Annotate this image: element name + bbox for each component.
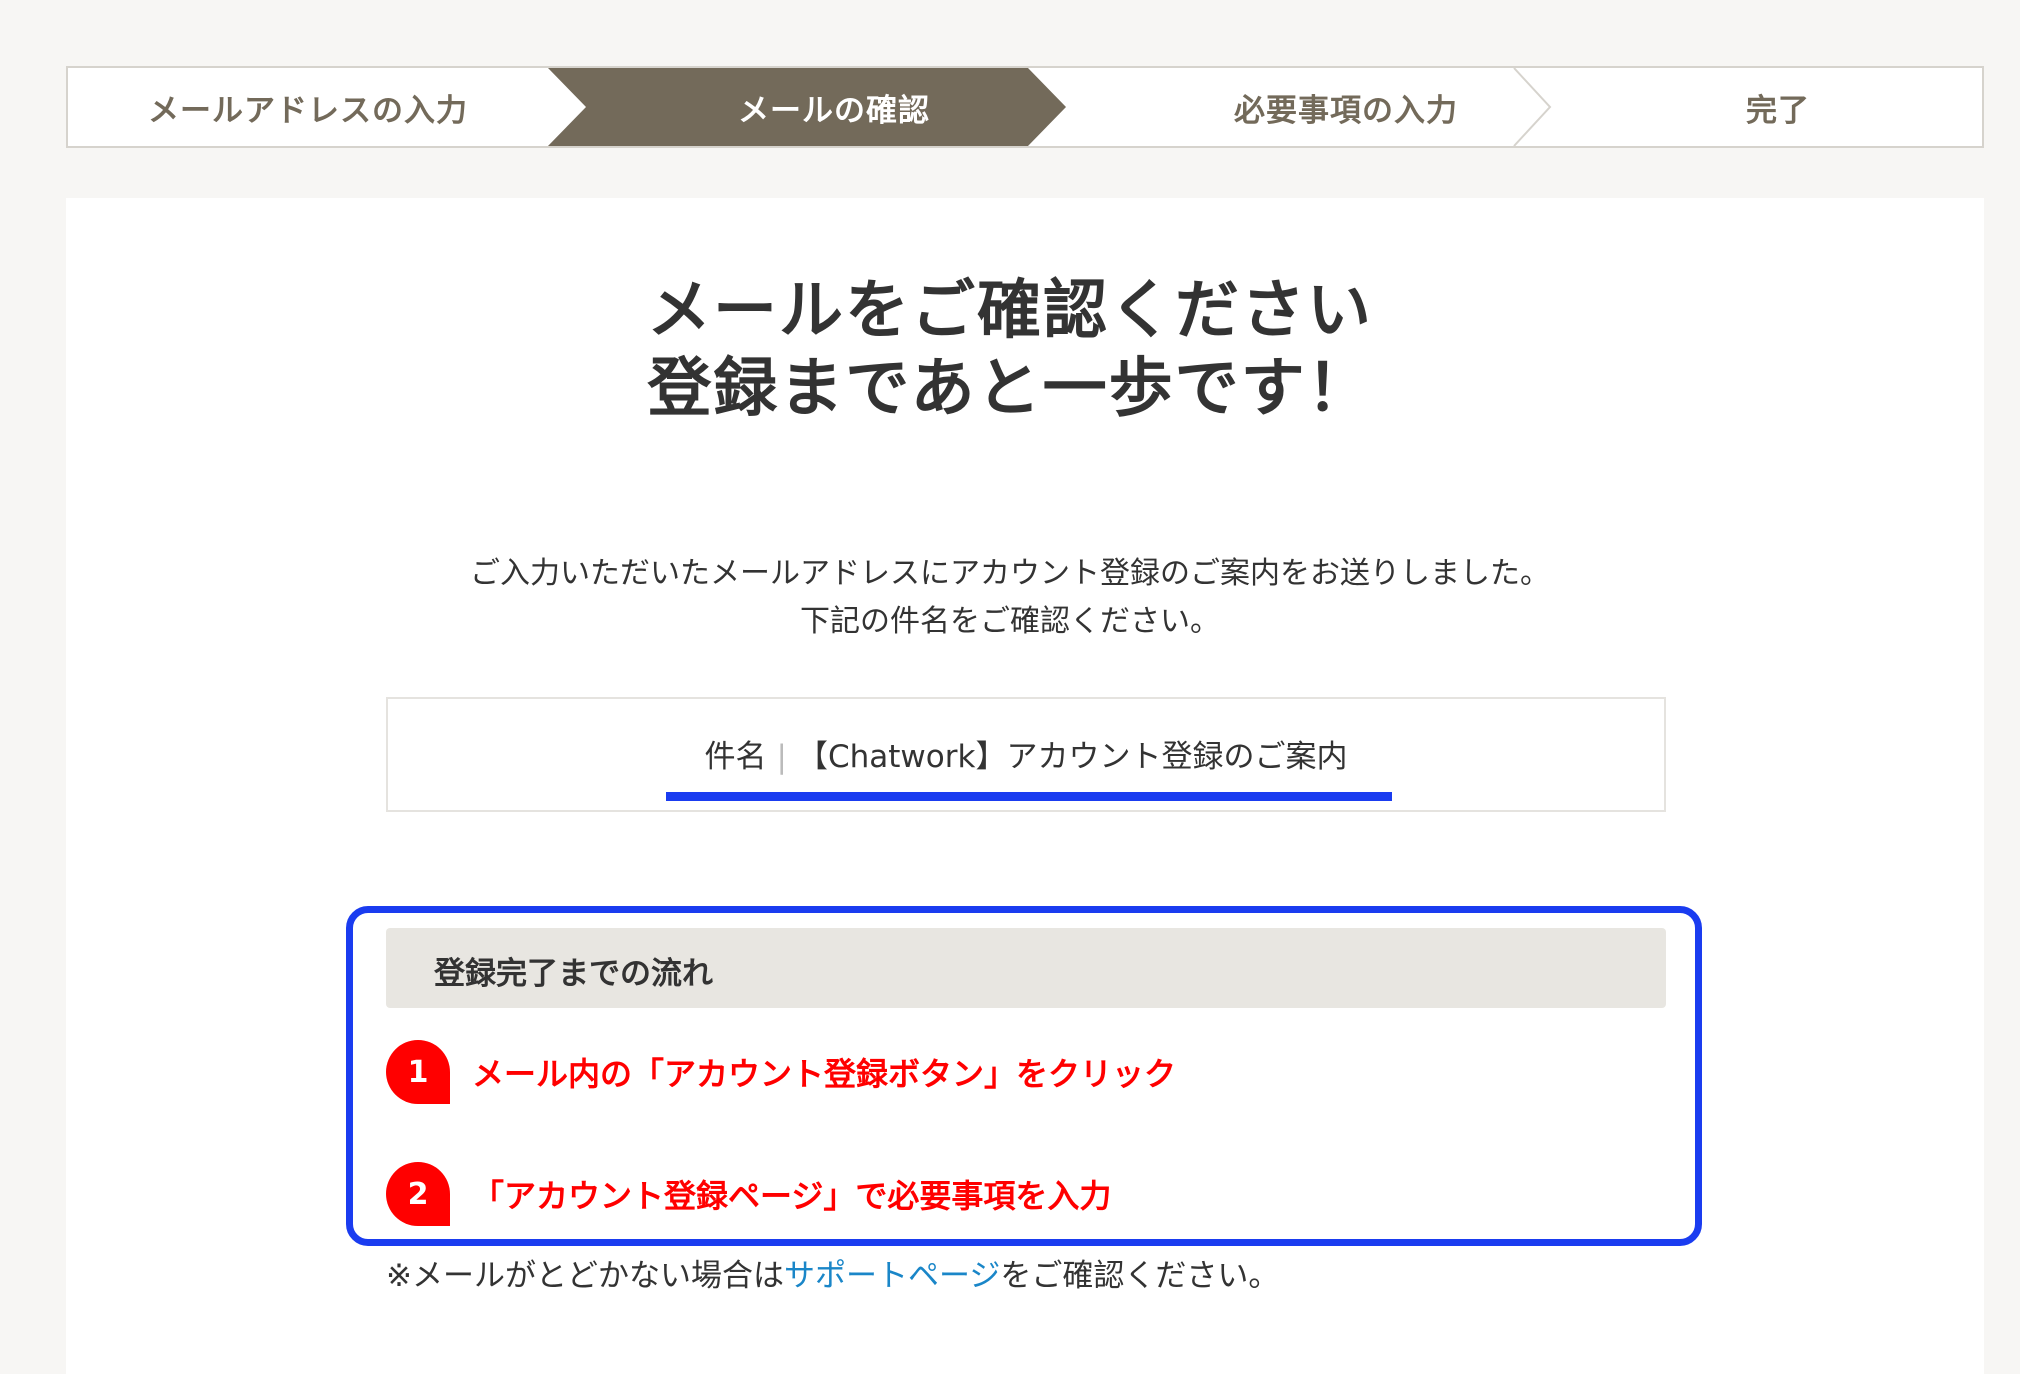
lead-line1: ご入力いただいたメールアドレスにアカウント登録のご案内をお送りしました。 bbox=[470, 556, 1550, 591]
subject-highlight-underline bbox=[666, 792, 1392, 801]
step-divider-chevron-icon bbox=[1513, 68, 1552, 146]
step-label: 完了 bbox=[1746, 92, 1810, 129]
lead-line2: 下記の件名をご確認ください。 bbox=[800, 604, 1220, 639]
note-prefix: ※メールがとどかない場合は bbox=[386, 1258, 784, 1294]
step-number-badge: 2 bbox=[386, 1162, 450, 1226]
flow-step-2: 2 「アカウント登録ページ」で必要事項を入力 bbox=[386, 1162, 1111, 1226]
flow-heading: 登録完了までの流れ bbox=[434, 956, 713, 992]
lead-text: ご入力いただいたメールアドレスにアカウント登録のご案内をお送りしました。 下記の… bbox=[0, 550, 2020, 646]
subject-label: 件名 bbox=[704, 739, 767, 775]
subject-separator: | bbox=[776, 739, 787, 775]
step-complete: 完了 bbox=[1572, 68, 1982, 146]
subject-value: 【Chatwork】アカウント登録のご案内 bbox=[796, 739, 1348, 775]
flow-step-1: 1 メール内の「アカウント登録ボタン」をクリック bbox=[386, 1040, 1176, 1104]
flow-step-text: メール内の「アカウント登録ボタン」をクリック bbox=[472, 1055, 1177, 1093]
page-title-line2: 登録まであと一歩です！ bbox=[647, 352, 1373, 426]
step-email-confirm: メールの確認 bbox=[548, 68, 1120, 146]
subject-line: 件名 | 【Chatwork】アカウント登録のご案内 bbox=[388, 731, 1664, 776]
step-label: メールアドレスの入力 bbox=[148, 92, 468, 129]
support-note: ※メールがとどかない場合はサポートページをご確認ください。 bbox=[386, 1250, 1279, 1295]
page-title: メールをご確認ください 登録まであと一歩です！ bbox=[0, 272, 2020, 428]
step-number-badge: 1 bbox=[386, 1040, 450, 1104]
flow-step-text: 「アカウント登録ページ」で必要事項を入力 bbox=[472, 1177, 1112, 1215]
step-label: 必要事項の入力 bbox=[1234, 92, 1458, 129]
registration-stepper: メールアドレスの入力 メールの確認 必要事項の入力 完了 bbox=[66, 66, 1984, 148]
support-page-link[interactable]: サポートページ bbox=[784, 1258, 1000, 1294]
note-suffix: をご確認ください。 bbox=[1000, 1258, 1280, 1294]
step-label: メールの確認 bbox=[738, 92, 930, 129]
page-title-line1: メールをご確認ください bbox=[647, 274, 1373, 348]
flow-header: 登録完了までの流れ bbox=[386, 928, 1666, 1008]
step-required-fields: 必要事項の入力 bbox=[1120, 68, 1572, 146]
step-email-input: メールアドレスの入力 bbox=[68, 68, 548, 146]
